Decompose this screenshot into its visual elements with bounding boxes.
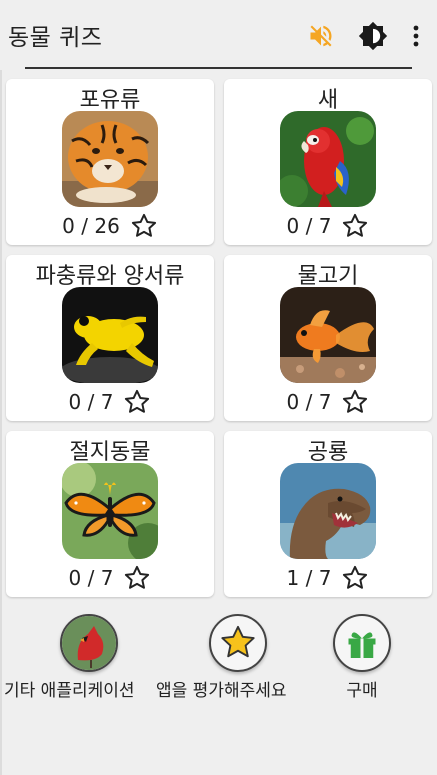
category-card-fish[interactable]: 물고기 0 / 7 [224, 255, 432, 421]
buy-label: 구매 [346, 681, 378, 701]
star-outline-icon [130, 212, 158, 240]
star-outline-icon [341, 212, 369, 240]
volume-mute-icon[interactable] [303, 18, 339, 54]
category-card-birds[interactable]: 새 0 / 7 [224, 79, 432, 245]
gift-icon [333, 614, 391, 672]
score-text: 0 / 7 [286, 214, 332, 238]
other-apps-label: 기타 애플리케이션 [4, 681, 135, 701]
title-divider [25, 67, 412, 69]
score-text: 0 / 26 [62, 214, 120, 238]
parrot-image [280, 111, 376, 207]
score-text: 1 / 7 [286, 566, 332, 590]
star-outline-icon [123, 388, 151, 416]
star-icon [208, 614, 267, 672]
category-card-arthropods[interactable]: 절지동물 0 / 7 [6, 431, 214, 597]
category-title: 절지동물 [69, 440, 151, 465]
category-title: 공룡 [307, 440, 349, 465]
score-row: 0 / 7 [224, 212, 432, 240]
score-text: 0 / 7 [68, 390, 114, 414]
app-bar-actions [303, 18, 427, 54]
category-title: 새 [317, 88, 339, 113]
tiger-image [62, 111, 158, 207]
score-text: 0 / 7 [286, 390, 332, 414]
category-grid: 포유류 0 / 26 새 0 / 7 파충류와 양서류 0 / 7 물고기 0 … [6, 79, 432, 597]
dinosaur-image [280, 463, 376, 559]
score-row: 0 / 7 [224, 388, 432, 416]
score-row: 0 / 26 [6, 212, 214, 240]
brightness-icon[interactable] [355, 18, 391, 54]
category-title: 파충류와 양서류 [35, 264, 185, 289]
app-bar: 동물 퀴즈 [0, 0, 437, 70]
other-apps-button[interactable]: 기타 애플리케이션 [4, 614, 135, 701]
yellow-frog-image [62, 287, 158, 383]
category-title: 물고기 [297, 264, 359, 289]
star-outline-icon [341, 564, 369, 592]
more-vert-icon[interactable] [405, 18, 427, 54]
score-text: 0 / 7 [68, 566, 114, 590]
butterfly-image [62, 463, 158, 559]
rate-app-label: 앱을 평가해주세요 [156, 681, 287, 701]
category-card-mammals[interactable]: 포유류 0 / 26 [6, 79, 214, 245]
app-title: 동물 퀴즈 [8, 25, 103, 51]
score-row: 0 / 7 [6, 388, 214, 416]
buy-button[interactable]: 구매 [333, 614, 391, 701]
bottom-actions: 기타 애플리케이션 앱을 평가해주세요 구매 [0, 614, 437, 714]
star-outline-icon [123, 564, 151, 592]
rate-app-button[interactable]: 앱을 평가해주세요 [156, 614, 287, 701]
star-outline-icon [341, 388, 369, 416]
category-card-reptiles-amphibians[interactable]: 파충류와 양서류 0 / 7 [6, 255, 214, 421]
score-row: 1 / 7 [224, 564, 432, 592]
category-title: 포유류 [79, 88, 141, 113]
score-row: 0 / 7 [6, 564, 214, 592]
goldfish-image [280, 287, 376, 383]
cardinal-bird-icon [60, 614, 119, 672]
category-card-dinosaurs[interactable]: 공룡 1 / 7 [224, 431, 432, 597]
